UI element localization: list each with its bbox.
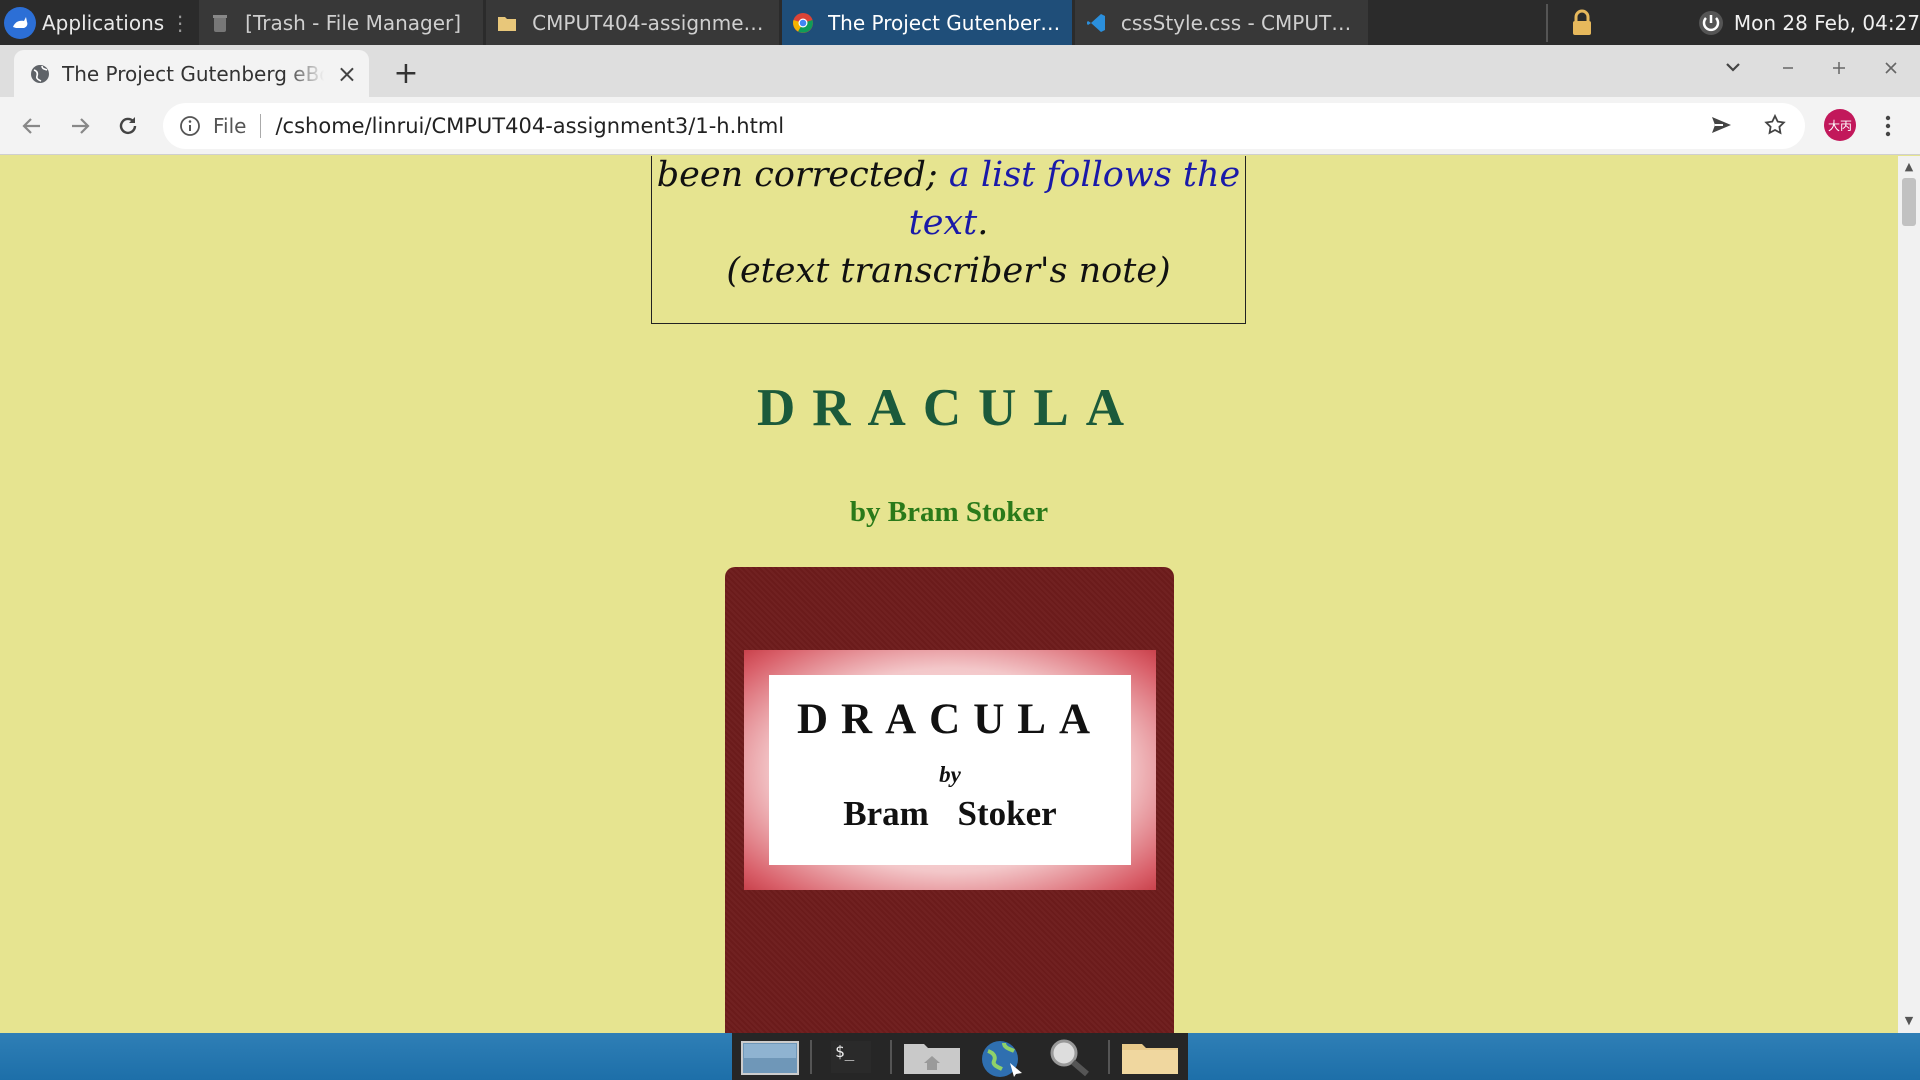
globe-icon (31, 64, 49, 83)
profile-avatar[interactable]: 大丙 (1824, 109, 1856, 141)
search-icon[interactable] (1040, 1037, 1098, 1077)
dock-separator (890, 1039, 892, 1074)
note-text: been corrected; (656, 156, 938, 195)
web-browser-icon[interactable] (972, 1037, 1030, 1077)
cover-by: by (939, 762, 961, 787)
bottom-panel: $_ (0, 1033, 1920, 1080)
book-author: by Bram Stoker (849, 496, 1049, 528)
file-scheme-label: File (213, 114, 247, 138)
xfce-mouse-icon (4, 6, 36, 39)
new-tab-button[interactable]: + (388, 55, 424, 91)
url-text[interactable]: /cshome/linrui/CMPUT404-assignment3/1-h.… (275, 114, 784, 138)
panel-separator (1545, 3, 1548, 42)
trash-icon (213, 14, 228, 32)
applications-menu[interactable]: Applications ⋮ (0, 0, 196, 45)
transcriber-note-label: (etext transcriber's note) (726, 251, 1171, 291)
browser-tab-gutenberg[interactable]: The Project Gutenberg eBook of Dracula × (14, 50, 369, 97)
home-folder-icon[interactable] (902, 1037, 962, 1077)
tab-title: The Project Gutenberg eBook of Dracula (62, 61, 324, 86)
svg-text:$_: $_ (835, 1042, 855, 1061)
page-viewport: been corrected; a list follows the text.… (0, 156, 1898, 1033)
reload-icon (119, 117, 137, 135)
tab-search-icon[interactable] (1724, 57, 1742, 82)
info-icon[interactable] (179, 115, 201, 137)
task-gutenberg-chrome[interactable]: The Project Gutenberg ... (781, 0, 1072, 45)
menu-grip-icon: ⋮ (170, 10, 191, 35)
address-separator (260, 114, 262, 138)
book-title: DRACULA (757, 379, 1141, 437)
book-cover-image: DRACULA by Bram Stoker (725, 567, 1174, 1033)
note-period: . (977, 203, 989, 243)
scroll-down-arrow-icon[interactable]: ▼ (1902, 1014, 1916, 1028)
send-tab-icon[interactable] (1709, 113, 1733, 137)
transcriber-note-box: been corrected; a list follows the text.… (651, 156, 1246, 324)
scroll-up-arrow-icon[interactable]: ▲ (1902, 160, 1916, 174)
chrome-icon (792, 12, 813, 33)
cover-author: Bram Stoker (843, 794, 1057, 833)
show-desktop-icon[interactable] (740, 1037, 800, 1077)
reload-button[interactable] (113, 111, 143, 141)
browser-tab-strip: The Project Gutenberg eBook of Dracula ×… (0, 45, 1920, 97)
address-bar[interactable]: File /cshome/linrui/CMPUT404-assignment3… (163, 103, 1805, 149)
forward-arrow-icon (72, 118, 90, 134)
forward-button[interactable] (65, 111, 95, 141)
page-scrollbar[interactable]: ▲ ▼ (1898, 156, 1920, 1033)
applications-label: Applications (42, 10, 165, 35)
task-label: [Trash - File Manager] (245, 10, 462, 35)
cover-title: DRACULA (797, 696, 1103, 743)
vscode-icon (1086, 13, 1105, 32)
bookmark-star-icon[interactable] (1763, 113, 1787, 137)
scrollbar-thumb[interactable] (1902, 178, 1916, 226)
cover-label-frame: DRACULA by Bram Stoker (744, 650, 1156, 890)
folder-icon (498, 16, 517, 31)
back-arrow-icon (22, 118, 40, 134)
files-folder-icon[interactable] (1120, 1037, 1180, 1077)
panel-clock[interactable]: Mon 28 Feb, 04:27 (1734, 11, 1920, 35)
address-bar-actions (1709, 113, 1787, 137)
maximize-icon[interactable] (1831, 57, 1847, 82)
task-cmput404-folder[interactable]: CMPUT404-assignment... (486, 0, 779, 45)
close-window-icon[interactable] (1883, 57, 1899, 82)
lock-screen-icon[interactable] (1560, 0, 1605, 45)
task-label: CMPUT404-assignment... (532, 10, 769, 35)
browser-toolbar: File /cshome/linrui/CMPUT404-assignment3… (0, 97, 1920, 155)
dock-separator (1108, 1039, 1110, 1074)
system-panel: Applications ⋮ [Trash - File Manager] CM… (0, 0, 1920, 45)
cover-label: DRACULA by Bram Stoker (769, 675, 1131, 865)
task-trash-file-manager[interactable]: [Trash - File Manager] (199, 0, 484, 45)
corrections-list-link[interactable]: a list follows the text (909, 156, 1241, 243)
browser-menu-icon[interactable] (1878, 109, 1898, 143)
task-label: cssStyle.css - CMPUT4... (1120, 10, 1358, 35)
task-label: The Project Gutenberg ... (827, 10, 1062, 35)
terminal-icon[interactable]: $_ (822, 1037, 880, 1077)
back-button[interactable] (17, 111, 47, 141)
power-icon[interactable] (1689, 0, 1734, 45)
minimize-icon[interactable] (1780, 57, 1796, 82)
launcher-dock: $_ (732, 1033, 1188, 1080)
dock-separator (810, 1039, 812, 1074)
tab-close-icon[interactable]: × (337, 60, 357, 88)
task-vscode-cssstyle[interactable]: cssStyle.css - CMPUT4... (1074, 0, 1368, 45)
